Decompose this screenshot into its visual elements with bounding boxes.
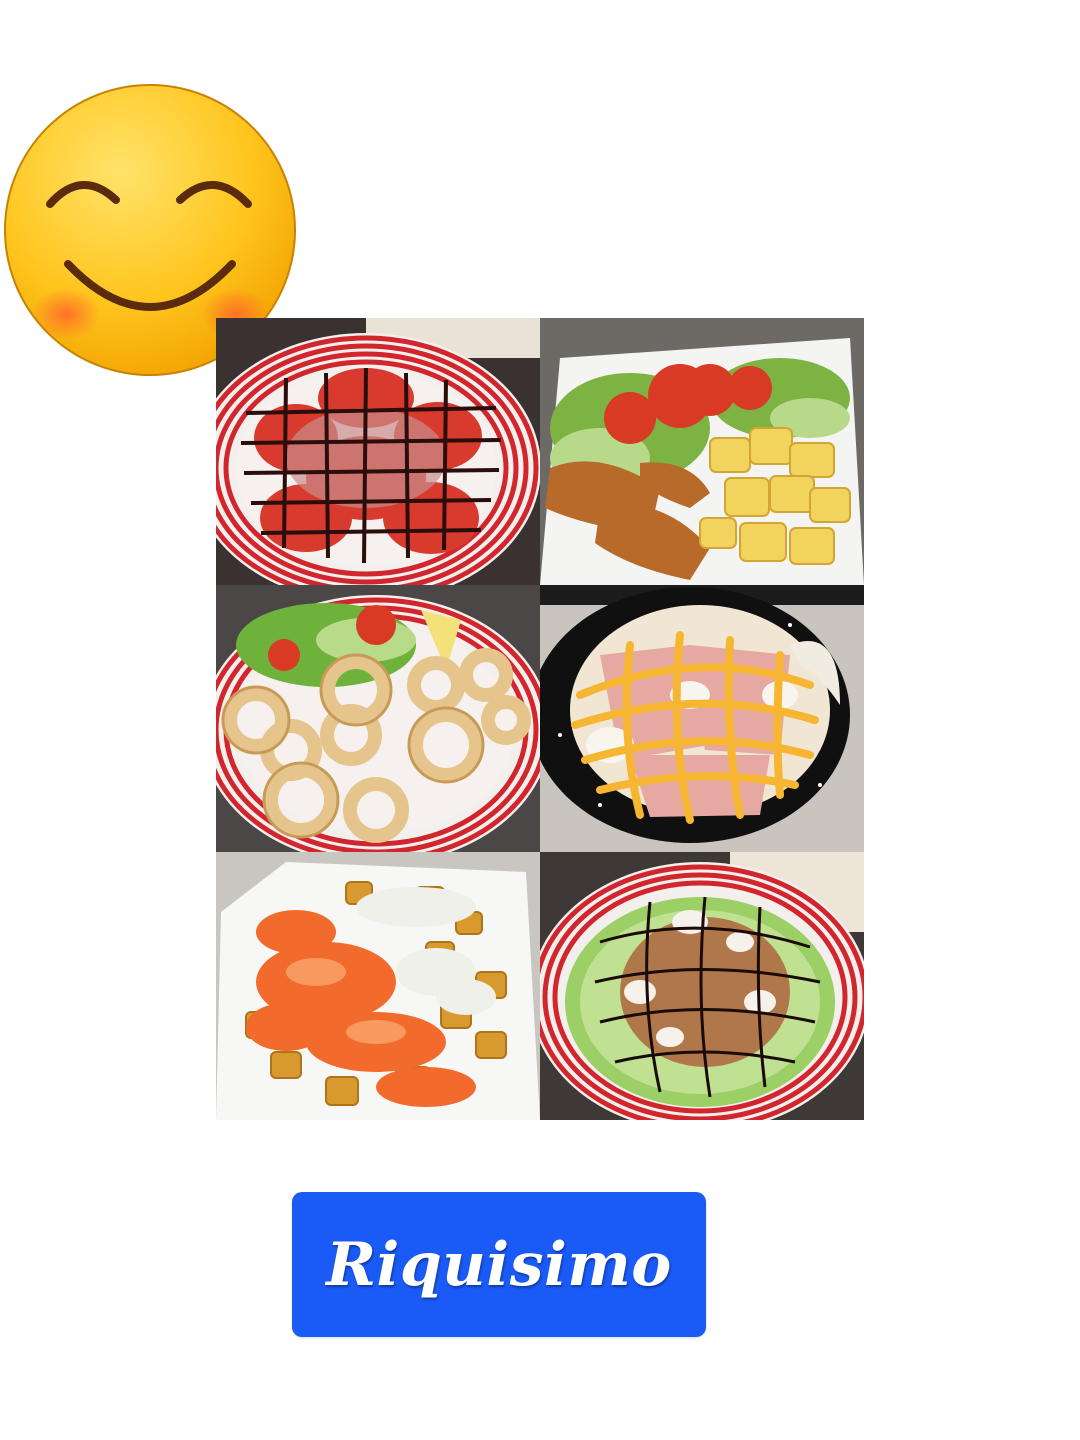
food-photo-collage — [216, 318, 864, 1120]
riquisimo-badge: Riquisimo — [292, 1192, 706, 1337]
fried-calamari-salad-photo — [216, 585, 540, 852]
tomato-carpaccio-photo — [216, 318, 540, 585]
badge-label: Riquisimo — [326, 1229, 672, 1300]
breaded-fillets-fries-photo — [540, 318, 864, 585]
crispy-salad-photo — [540, 852, 864, 1120]
patatas-bravas-photo — [216, 852, 540, 1120]
ham-egg-pan-photo — [540, 585, 864, 852]
